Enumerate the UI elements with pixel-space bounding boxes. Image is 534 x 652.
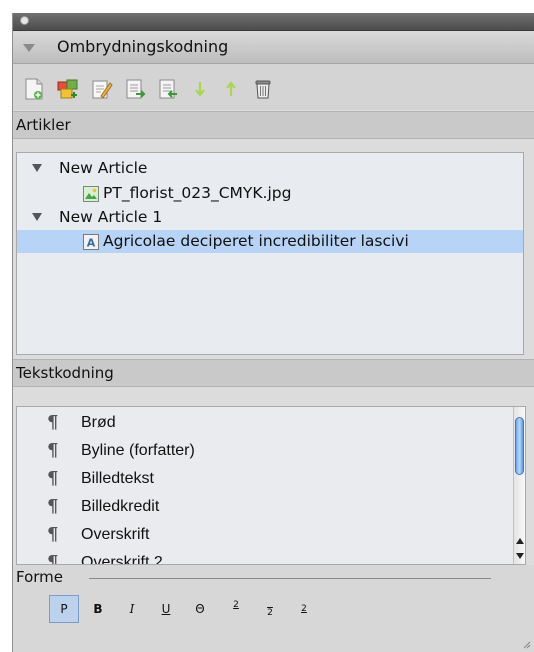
list-item[interactable]: PT_florist_023_CMYK.jpg (17, 182, 523, 205)
tags-label: Tekstkodning (16, 364, 114, 382)
tags-scrollbar[interactable] (513, 407, 525, 564)
tag-item[interactable]: ¶ Overskrift 2 (17, 552, 507, 565)
image-component-icon (83, 186, 99, 202)
articles-list[interactable]: New Article PT_florist_023_CMYK.jpg New … (16, 152, 524, 355)
bold-style-button[interactable]: B (83, 595, 113, 623)
add-component-icon (57, 79, 78, 99)
new-article-button[interactable] (23, 78, 45, 100)
text-component-icon: A (83, 234, 99, 250)
new-article-icon (25, 78, 43, 100)
forme-section: Forme P B I U Θ 2 2 2 (13, 565, 534, 652)
plain-style-button[interactable]: P (49, 595, 79, 623)
collapse-triangle-icon[interactable] (23, 44, 35, 52)
palette-titlebar[interactable] (13, 13, 534, 31)
tag-item[interactable]: ¶ Billedtekst (17, 468, 507, 491)
tag-item[interactable]: ¶ Overskrift (17, 524, 507, 547)
superior-style-button[interactable]: 2 (289, 595, 319, 623)
articles-label: Artikler (16, 116, 71, 134)
divider (89, 578, 491, 579)
move-up-icon (226, 81, 236, 96)
articles-section-header: Artikler (13, 111, 534, 139)
tags-list[interactable]: ¶ Brød ¶ Byline (forfatter) ¶ Billedteks… (16, 406, 526, 565)
edit-icon (92, 80, 113, 99)
tag-item[interactable]: ¶ Byline (forfatter) (17, 440, 507, 463)
move-down-button[interactable] (189, 78, 211, 100)
list-item-selected[interactable]: A Agricolae deciperet incredibiliter las… (17, 230, 523, 253)
paragraph-icon: ¶ (47, 440, 59, 461)
tags-section-header: Tekstkodning (13, 359, 534, 387)
forme-label: Forme (16, 568, 64, 586)
tag-item[interactable]: ¶ Brød (17, 412, 507, 435)
pane-header[interactable]: Ombrydningskodning (13, 31, 534, 64)
palette-window: Ombrydningskodning Artikler New Article … (12, 13, 534, 652)
paragraph-icon: ¶ (47, 552, 59, 565)
list-item[interactable]: New Article (17, 157, 523, 180)
paragraph-icon: ¶ (47, 468, 59, 489)
strikethrough-style-button[interactable]: Θ (185, 595, 215, 623)
superscript-style-button[interactable]: 2 (221, 595, 251, 623)
edit-button[interactable] (91, 78, 113, 100)
tag-item[interactable]: ¶ Billedkredit (17, 496, 507, 519)
pane-title: Ombrydningskodning (57, 37, 229, 56)
underline-style-button[interactable]: U (151, 595, 181, 623)
disclosure-triangle-icon[interactable] (32, 164, 42, 172)
disclosure-triangle-icon[interactable] (32, 213, 42, 221)
scroll-down-arrow-icon[interactable] (516, 553, 524, 559)
import-icon (126, 79, 146, 99)
paragraph-icon: ¶ (47, 496, 59, 517)
paragraph-icon: ¶ (47, 524, 59, 545)
scroll-thumb[interactable] (515, 417, 524, 475)
export-button[interactable] (157, 78, 179, 100)
list-item[interactable]: New Article 1 (17, 206, 523, 229)
add-component-button[interactable] (57, 78, 79, 100)
resize-grip-icon[interactable] (521, 639, 531, 649)
scroll-up-arrow-icon[interactable] (516, 538, 524, 544)
toolbar (13, 64, 534, 110)
move-down-icon (195, 82, 205, 97)
close-icon[interactable] (20, 16, 29, 25)
import-button[interactable] (124, 78, 146, 100)
svg-text:A: A (87, 237, 96, 250)
delete-button[interactable] (252, 78, 274, 100)
export-icon (159, 79, 177, 99)
trash-icon (255, 80, 271, 99)
italic-style-button[interactable]: I (117, 595, 147, 623)
subscript-style-button[interactable]: 2 (255, 595, 285, 623)
paragraph-icon: ¶ (47, 412, 59, 433)
move-up-button[interactable] (220, 78, 242, 100)
